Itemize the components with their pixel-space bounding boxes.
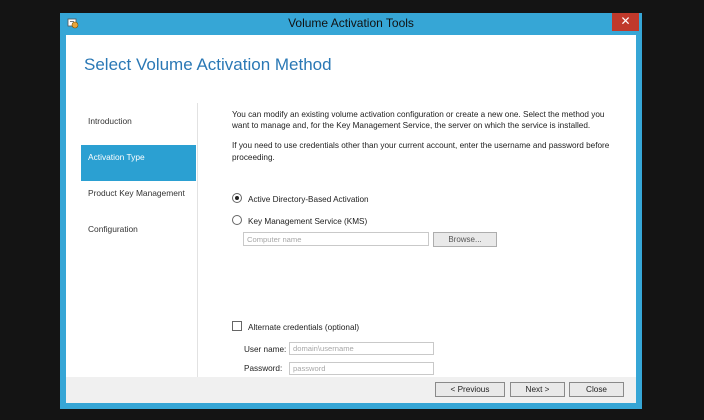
alternate-credentials-option[interactable]: Alternate credentials (optional) <box>232 321 359 332</box>
wizard-client-area: Select Volume Activation Method Introduc… <box>66 35 636 377</box>
title-bar[interactable]: Volume Activation Tools ✕ <box>60 13 642 34</box>
nav-item-introduction[interactable]: Introduction <box>81 109 196 145</box>
alternate-credentials-label: Alternate credentials (optional) <box>248 323 360 332</box>
kms-label: Key Management Service (KMS) <box>248 217 368 226</box>
wizard-footer: < Previous Next > Close <box>66 377 636 403</box>
next-button[interactable]: Next > <box>510 382 565 397</box>
window-title: Volume Activation Tools <box>288 16 414 30</box>
content-text: You can modify an existing volume activa… <box>232 109 624 172</box>
radio-kms[interactable] <box>232 215 242 225</box>
ad-activation-option[interactable]: Active Directory-Based Activation <box>232 193 369 204</box>
nav-item-product-key-management[interactable]: Product Key Management <box>81 181 196 217</box>
computer-name-input[interactable] <box>243 232 429 246</box>
radio-ad-activation[interactable] <box>232 193 242 203</box>
alternate-credentials-checkbox[interactable] <box>232 321 242 331</box>
nav-item-activation-type[interactable]: Activation Type <box>81 145 196 181</box>
username-input[interactable] <box>289 342 434 355</box>
close-button[interactable]: Close <box>569 382 624 397</box>
volume-activation-window: Volume Activation Tools ✕ Select Volume … <box>60 13 642 409</box>
nav-divider <box>197 103 198 377</box>
intro-text: You can modify an existing volume activa… <box>232 110 605 131</box>
page-title: Select Volume Activation Method <box>84 55 332 74</box>
previous-button[interactable]: < Previous <box>435 382 505 397</box>
username-label: User name: <box>244 345 287 354</box>
ad-activation-label: Active Directory-Based Activation <box>248 195 369 204</box>
close-icon[interactable]: ✕ <box>612 13 639 31</box>
kms-option[interactable]: Key Management Service (KMS) <box>232 215 367 226</box>
password-label: Password: <box>244 364 283 373</box>
credentials-note: If you need to use credentials other tha… <box>232 141 610 162</box>
password-input[interactable] <box>289 362 434 375</box>
nav-item-configuration[interactable]: Configuration <box>81 217 196 253</box>
browse-button[interactable]: Browse... <box>433 232 497 247</box>
wizard-nav: Introduction Activation Type Product Key… <box>81 109 196 253</box>
